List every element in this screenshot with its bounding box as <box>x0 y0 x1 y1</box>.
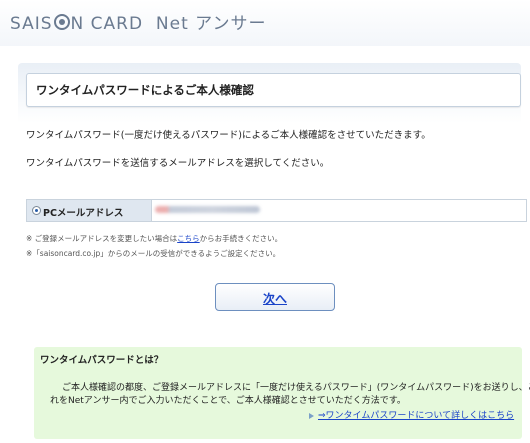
email-address-value-blurred <box>155 206 260 213</box>
page-header: SAIS N CARD Net アンサー <box>0 0 530 46</box>
next-button[interactable]: 次へ <box>215 283 335 311</box>
intro-text-1: ワンタイムパスワード(一度だけ使えるパスワード)によるご本人様確認をさせていただ… <box>26 130 431 141</box>
page-title: ワンタイムパスワードによるご本人様確認 <box>36 83 254 97</box>
saison-card-logo[interactable]: SAIS N CARD Net アンサー <box>10 9 266 34</box>
intro-text-2: ワンタイムパスワードを送信するメールアドレスを選択してください。 <box>26 158 330 169</box>
logo-text-card: N CARD <box>70 14 144 34</box>
otp-info-body-1: ご本人様確認の都度、ご登録メールアドレスに「一度だけ使えるパスワード」(ワンタイ… <box>62 383 530 393</box>
logo-text-saison: SAIS <box>10 14 53 34</box>
change-email-link[interactable]: こちら <box>177 234 200 243</box>
otp-info-heading: ワンタイムパスワードとは？ <box>40 355 164 366</box>
pc-email-label: PCメールアドレス <box>43 208 124 219</box>
otp-more-info-link[interactable]: ⇒ワンタイムパスワードについて詳しくはこちら <box>318 411 514 421</box>
note-1-prefix: ※ ご登録メールアドレスを変更したい場合は <box>26 234 178 243</box>
note-1-suffix: からお手続きください。 <box>199 234 283 243</box>
pc-email-radio[interactable] <box>32 206 41 215</box>
email-option-row[interactable]: PCメールアドレス <box>26 199 527 222</box>
note-domain-receive: ※「saisoncard.co.jp」からのメールの受信ができるようご設定くださ… <box>26 249 281 258</box>
note-change-email: ※ ご登録メールアドレスを変更したい場合はこちらからお手続きください。 <box>26 233 282 244</box>
otp-more-info[interactable]: ⇒ワンタイムパスワードについて詳しくはこちら <box>309 408 514 421</box>
logo-o-icon <box>53 14 70 30</box>
otp-info-body-2: れをNetアンサー内でご入力いただくことで、ご本人様確認とさせていただく方法です… <box>50 396 406 406</box>
section-title-box: ワンタイムパスワードによるご本人様確認 <box>26 73 521 107</box>
otp-info-box: ワンタイムパスワードとは？ ご本人様確認の都度、ご登録メールアドレスに「一度だけ… <box>34 347 530 439</box>
arrow-right-icon <box>309 412 314 419</box>
next-button-label: 次へ <box>262 292 287 306</box>
email-option-label-cell[interactable]: PCメールアドレス <box>27 200 152 221</box>
logo-text-net-answer: Net アンサー <box>155 14 267 34</box>
